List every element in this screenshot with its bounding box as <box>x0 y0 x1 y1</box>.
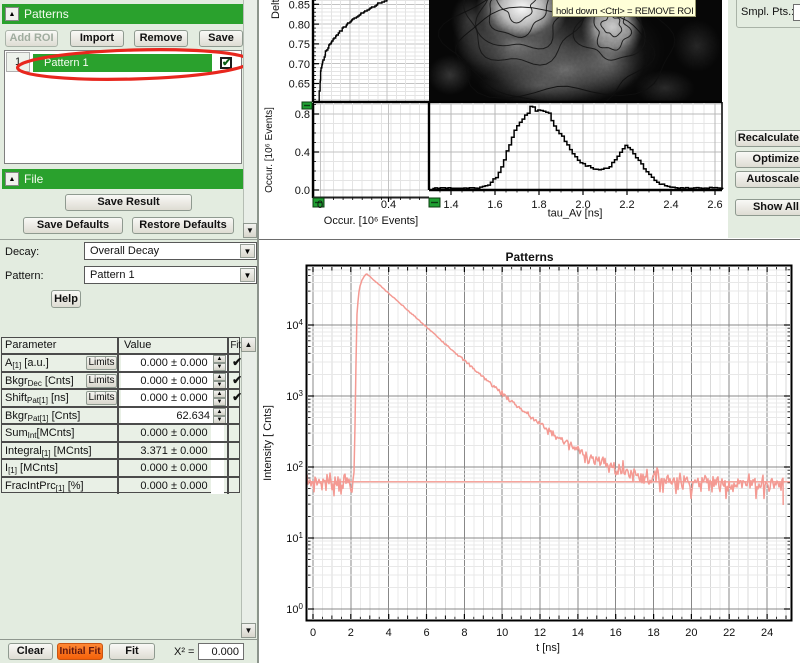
svg-text:14: 14 <box>572 627 584 639</box>
svg-text:10: 10 <box>496 627 508 639</box>
svg-text:24: 24 <box>761 627 773 639</box>
svg-text:4: 4 <box>386 627 392 639</box>
svg-text:101: 101 <box>286 531 303 545</box>
svg-text:0.80: 0.80 <box>289 19 310 31</box>
svg-text:22: 22 <box>723 627 735 639</box>
svg-text:2.4: 2.4 <box>663 199 678 211</box>
svg-text:0.4: 0.4 <box>381 199 396 211</box>
svg-text:1.8: 1.8 <box>531 199 546 211</box>
svg-text:0: 0 <box>310 627 316 639</box>
svg-text:16: 16 <box>610 627 622 639</box>
svg-text:2: 2 <box>348 627 354 639</box>
svg-text:12: 12 <box>534 627 546 639</box>
svg-text:0.65: 0.65 <box>289 79 310 91</box>
svg-text:1.6: 1.6 <box>487 199 502 211</box>
svg-text:0.0: 0.0 <box>295 185 310 197</box>
svg-text:6: 6 <box>423 627 429 639</box>
svg-text:8: 8 <box>461 627 467 639</box>
svg-text:0: 0 <box>317 199 323 211</box>
svg-text:0.4: 0.4 <box>295 147 310 159</box>
svg-text:102: 102 <box>286 460 303 474</box>
svg-text:104: 104 <box>286 318 303 332</box>
svg-text:0.75: 0.75 <box>289 39 310 51</box>
svg-text:100: 100 <box>286 602 303 616</box>
svg-text:2.2: 2.2 <box>619 199 634 211</box>
svg-text:18: 18 <box>647 627 659 639</box>
svg-text:Occur. [10⁶ Events]: Occur. [10⁶ Events] <box>324 215 418 227</box>
svg-text:1.4: 1.4 <box>443 199 458 211</box>
svg-text:20: 20 <box>685 627 697 639</box>
svg-text:0.8: 0.8 <box>295 109 310 121</box>
svg-text:0.70: 0.70 <box>289 59 310 71</box>
svg-text:tau_Av [ns]: tau_Av [ns] <box>548 208 603 220</box>
svg-text:2.6: 2.6 <box>707 199 722 211</box>
svg-text:Delt: Delt <box>270 0 282 19</box>
svg-text:103: 103 <box>286 389 303 403</box>
svg-text:Intensity [ Cnts]: Intensity [ Cnts] <box>262 405 274 481</box>
svg-text:Occur. [10⁶ Events]: Occur. [10⁶ Events] <box>264 107 275 193</box>
svg-text:0.85: 0.85 <box>289 0 310 12</box>
svg-text:t [ns]: t [ns] <box>536 642 560 654</box>
